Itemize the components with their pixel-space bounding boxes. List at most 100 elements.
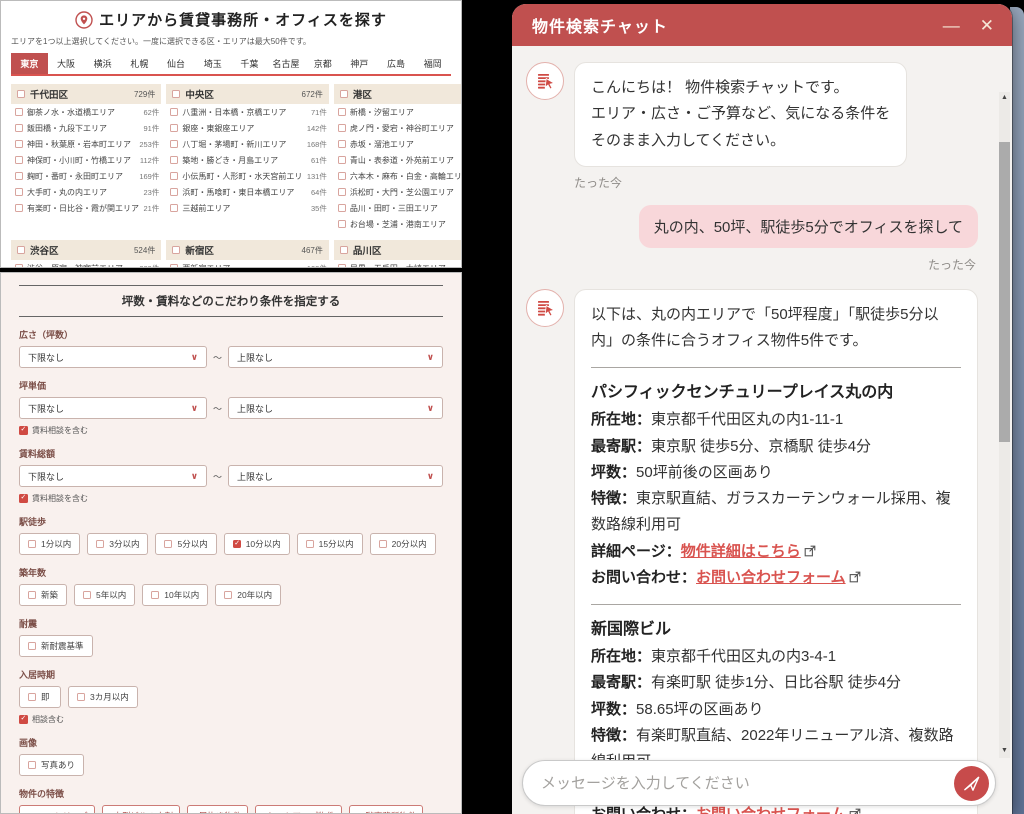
option-checkbox[interactable]: 新耐震基準 [19,635,93,657]
area-row[interactable]: 八丁堀・茅場町・新川エリア168件 [166,136,329,152]
city-tab[interactable]: 埼玉 [194,53,231,74]
close-button[interactable]: ✕ [980,17,994,34]
area-row[interactable]: 青山・表参道・外苑前エリア108件 [334,152,462,168]
option-checkbox[interactable]: 20年以内 [215,584,281,606]
option-box-checkbox[interactable] [164,540,172,548]
area-row[interactable]: 神田・秋葉原・岩本町エリア253件 [11,136,161,152]
area-checkbox[interactable] [338,220,346,228]
area-checkbox[interactable] [338,188,346,196]
area-row[interactable]: 神保町・小川町・竹橋エリア112件 [11,152,161,168]
area-checkbox[interactable] [170,264,178,268]
area-checkbox[interactable] [15,264,23,268]
option-box-checkbox[interactable] [233,540,241,548]
area-checkbox[interactable] [338,124,346,132]
min-select[interactable]: 下限なし∨ [19,346,207,368]
area-checkbox[interactable] [170,172,178,180]
area-row[interactable]: 渋谷・原宿・神宮前エリア289件 [11,260,161,268]
chat-scrollbar-thumb[interactable] [999,142,1010,442]
area-checkbox[interactable] [170,124,178,132]
area-row[interactable]: 西新宿エリア102件 [166,260,329,268]
option-box-checkbox[interactable] [379,540,387,548]
area-row[interactable]: 三越前エリア35件 [166,200,329,216]
option-checkbox[interactable]: 1分以内 [19,533,80,555]
area-checkbox[interactable] [15,204,23,212]
option-checkbox[interactable]: 20分以内 [370,533,436,555]
city-tab[interactable]: 広島 [378,53,415,74]
area-row[interactable]: 御茶ノ水・水道橋エリア62件 [11,104,161,120]
ward-checkbox[interactable] [172,246,180,254]
area-row[interactable]: 大手町・丸の内エリア23件 [11,184,161,200]
ward-checkbox[interactable] [340,90,348,98]
feature-tag[interactable]: #居抜き物件 [187,805,248,814]
feature-tag[interactable]: #1階事務所物件 [349,805,423,814]
option-checkbox[interactable]: 新築 [19,584,67,606]
option-checkbox[interactable]: 10年以内 [142,584,208,606]
city-tab[interactable]: 神戸 [341,53,378,74]
option-checkbox[interactable]: 5分以内 [155,533,216,555]
ward-header[interactable]: 渋谷区524件 [11,240,161,260]
area-checkbox[interactable] [15,172,23,180]
ward-header[interactable]: 新宿区467件 [166,240,329,260]
feature-tag[interactable]: #セットアップ物件 [255,805,342,814]
area-row[interactable]: 赤坂・溜池エリア117件 [334,136,462,152]
min-select[interactable]: 下限なし∨ [19,465,207,487]
area-row[interactable]: 麹町・番町・永田町エリア169件 [11,168,161,184]
option-box-checkbox[interactable] [28,642,36,650]
option-box-checkbox[interactable] [28,591,36,599]
area-checkbox[interactable] [170,188,178,196]
ward-checkbox[interactable] [340,246,348,254]
property-link[interactable]: お問い合わせフォーム [696,806,846,814]
option-checkbox[interactable]: 写真あり [19,754,84,776]
feature-tag[interactable]: #大型ビルの小割 [102,805,180,814]
city-tab[interactable]: 名古屋 [268,53,305,74]
area-row[interactable]: 浜町・馬喰町・東日本橋エリア64件 [166,184,329,200]
option-checkbox[interactable]: 即 [19,686,61,708]
area-checkbox[interactable] [170,140,178,148]
note-checkbox-box[interactable] [19,426,28,435]
city-tab[interactable]: 千葉 [231,53,268,74]
option-box-checkbox[interactable] [83,591,91,599]
max-select[interactable]: 上限なし∨ [228,397,443,419]
city-tab[interactable]: 仙台 [158,53,195,74]
area-checkbox[interactable] [338,140,346,148]
area-checkbox[interactable] [15,188,23,196]
area-row[interactable]: 小伝馬町・人形町・水天宮前エリア131件 [166,168,329,184]
option-checkbox[interactable]: 15分以内 [297,533,363,555]
area-row[interactable]: 浜松町・大門・芝公園エリア169件 [334,184,462,200]
option-box-checkbox[interactable] [77,693,85,701]
note-checkbox-box[interactable] [19,715,28,724]
option-box-checkbox[interactable] [28,693,36,701]
option-box-checkbox[interactable] [96,540,104,548]
area-row[interactable]: 虎ノ門・愛宕・神谷町エリア167件 [334,120,462,136]
city-tab[interactable]: 福岡 [414,53,451,74]
city-tab[interactable]: 東京 [11,53,48,74]
option-box-checkbox[interactable] [28,761,36,769]
option-box-checkbox[interactable] [28,540,36,548]
city-tab[interactable]: 横浜 [84,53,121,74]
area-row[interactable]: 銀座・東銀座エリア142件 [166,120,329,136]
area-row[interactable]: 新橋・汐留エリア117件 [334,104,462,120]
area-row[interactable]: お台場・芝浦・港南エリア55件 [334,216,462,232]
area-checkbox[interactable] [15,140,23,148]
minimize-button[interactable]: — [943,17,960,34]
property-link[interactable]: 物件詳細はこちら [681,543,801,560]
area-checkbox[interactable] [15,124,23,132]
city-tab[interactable]: 京都 [304,53,341,74]
send-button[interactable] [954,766,989,801]
ward-checkbox[interactable] [172,90,180,98]
area-row[interactable]: 品川・田町・三田エリア40件 [334,200,462,216]
area-row[interactable]: 目黒・五反田・大崎エリア80件 [334,260,462,268]
city-tab[interactable]: 札幌 [121,53,158,74]
area-checkbox[interactable] [170,108,178,116]
max-select[interactable]: 上限なし∨ [228,465,443,487]
option-checkbox[interactable]: 5年以内 [74,584,135,606]
ward-checkbox[interactable] [17,90,25,98]
ward-header[interactable]: 品川区156件 [334,240,462,260]
area-row[interactable]: 有楽町・日比谷・霞が関エリア21件 [11,200,161,216]
min-select[interactable]: 下限なし∨ [19,397,207,419]
area-checkbox[interactable] [338,172,346,180]
feature-tag[interactable]: #VORTシリーズ [19,805,95,814]
area-checkbox[interactable] [170,204,178,212]
message-input[interactable] [541,775,954,792]
area-row[interactable]: 飯田橋・九段下エリア91件 [11,120,161,136]
